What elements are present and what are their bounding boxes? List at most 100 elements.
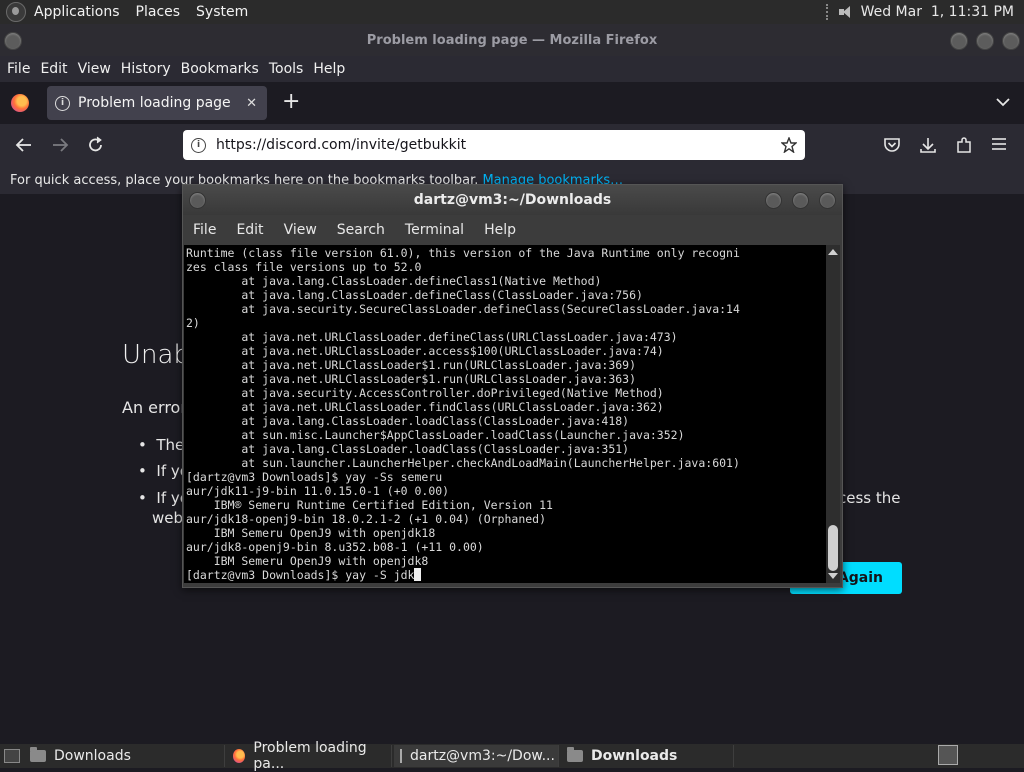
task-downloads-2[interactable]: Downloads [561, 745, 734, 767]
task-terminal[interactable]: dartz@vm3:~/Dow... [394, 745, 559, 767]
tab-close-icon[interactable]: ✕ [246, 96, 257, 111]
menu-file[interactable]: File [2, 61, 35, 77]
terminal-menu-file[interactable]: File [183, 222, 226, 238]
applications-menu[interactable]: Applications [26, 4, 128, 20]
terminal-menu-terminal[interactable]: Terminal [395, 222, 474, 238]
terminal-titlebar[interactable]: dartz@vm3:~/Downloads [183, 185, 842, 215]
terminal-line: at java.lang.ClassLoader.defineClass1(Na… [241, 274, 602, 288]
terminal-menu-view[interactable]: View [274, 222, 327, 238]
extensions-icon[interactable] [955, 136, 973, 154]
clock[interactable]: Wed Mar 1, 11:31 PM [861, 4, 1014, 20]
terminal-line: IBM Semeru OpenJ9 with openjdk8 [213, 554, 429, 568]
terminal-menu-search[interactable]: Search [327, 222, 395, 238]
terminal-line: aur/jdk18-openj9-bin 18.0.2.1-2 (+1 0.04… [186, 512, 547, 526]
terminal-icon [400, 749, 402, 763]
menu-history[interactable]: History [116, 61, 176, 77]
terminal-line: at java.lang.ClassLoader.loadClass(Class… [241, 414, 630, 428]
show-desktop-icon[interactable] [4, 749, 20, 763]
back-arrow-icon[interactable] [15, 137, 33, 153]
bottom-taskbar: Downloads Problem loading pa... dartz@vm… [0, 740, 1024, 772]
terminal-line: at java.net.URLClassLoader.access$100(UR… [241, 344, 664, 358]
hamburger-menu-icon[interactable] [991, 137, 1007, 151]
firefox-view-icon[interactable] [11, 94, 29, 112]
firefox-icon [233, 749, 246, 763]
terminal-line: at java.net.URLClassLoader$1.run(URLClas… [241, 358, 637, 372]
navigation-toolbar: i https://discord.com/invite/getbukkit [0, 124, 1024, 166]
task-label: Downloads [591, 748, 678, 764]
tab-problem-loading[interactable]: i Problem loading page ✕ [47, 86, 267, 120]
task-label: Downloads [54, 748, 131, 764]
top-panel: Applications Places System Wed Mar 1, 11… [0, 0, 1024, 24]
terminal-window-menu-button[interactable] [189, 192, 206, 209]
terminal-cursor [414, 568, 422, 581]
menu-tools[interactable]: Tools [264, 61, 309, 77]
error-description: An error [122, 398, 187, 417]
terminal-line: at java.net.URLClassLoader.findClass(URL… [241, 400, 664, 414]
close-button[interactable] [1002, 32, 1020, 50]
gnome-logo-icon[interactable] [6, 2, 26, 22]
menu-help[interactable]: Help [308, 61, 350, 77]
new-tab-button[interactable]: + [282, 91, 300, 113]
window-title: Problem loading page — Mozilla Firefox [366, 32, 658, 48]
terminal-scrollbar[interactable] [826, 245, 840, 583]
terminal-output: Runtime (class file version 61.0), this … [184, 245, 826, 583]
terminal-line: at java.lang.ClassLoader.defineClass(Cla… [241, 288, 643, 302]
terminal-screen[interactable]: Runtime (class file version 61.0), this … [184, 245, 826, 583]
terminal-line: aur/jdk8-openj9-bin 8.u352.b08-1 (+11 0.… [186, 540, 484, 554]
folder-icon [30, 747, 46, 762]
workspace-switcher-icon[interactable] [938, 745, 958, 765]
terminal-line: zes class file versions up to 52.0 [186, 260, 422, 274]
terminal-line: at sun.misc.Launcher$AppClassLoader.load… [241, 428, 685, 442]
menu-view[interactable]: View [73, 61, 116, 77]
maximize-button[interactable] [976, 32, 994, 50]
forward-arrow-icon[interactable] [51, 137, 69, 153]
panel-separator [825, 4, 831, 20]
minimize-button[interactable] [950, 32, 968, 50]
volume-icon[interactable] [838, 5, 853, 19]
task-firefox[interactable]: Problem loading pa... [227, 740, 392, 772]
scroll-down-arrow-icon[interactable] [828, 573, 838, 579]
firefox-titlebar[interactable]: Problem loading page — Mozilla Firefox [0, 24, 1024, 56]
terminal-window[interactable]: dartz@vm3:~/Downloads File Edit View Sea… [182, 184, 843, 588]
terminal-menu-edit[interactable]: Edit [226, 222, 273, 238]
tab-strip: i Problem loading page ✕ + [0, 82, 1024, 124]
scroll-up-arrow-icon[interactable] [828, 249, 838, 255]
pocket-icon[interactable] [883, 137, 901, 153]
terminal-prompt-line[interactable]: [dartz@vm3 Downloads]$ yay -S jdk [186, 568, 414, 582]
task-label: Problem loading pa... [253, 740, 367, 772]
firefox-menubar: File Edit View History Bookmarks Tools H… [0, 56, 1024, 82]
terminal-line: at java.lang.ClassLoader.loadClass(Class… [241, 442, 630, 456]
terminal-line: [dartz@vm3 Downloads]$ yay -Ss semeru [186, 470, 443, 484]
url-text: https://discord.com/invite/getbukkit [216, 137, 467, 153]
tab-title: Problem loading page [78, 95, 231, 111]
terminal-title: dartz@vm3:~/Downloads [413, 192, 612, 208]
terminal-line: at sun.launcher.LauncherHelper.checkAndL… [241, 456, 740, 470]
folder-icon [567, 747, 583, 762]
terminal-minimize-button[interactable] [765, 192, 782, 209]
terminal-line: IBM® Semeru Runtime Certified Edition, V… [213, 498, 553, 512]
site-info-icon[interactable]: i [191, 137, 206, 153]
downloads-icon[interactable] [919, 136, 937, 154]
places-menu[interactable]: Places [128, 4, 189, 20]
error-bullet-continued: web [152, 509, 184, 527]
terminal-line: at java.net.URLClassLoader.defineClass(U… [241, 330, 678, 344]
reload-icon[interactable] [87, 136, 105, 154]
terminal-maximize-button[interactable] [792, 192, 809, 209]
menu-edit[interactable]: Edit [35, 61, 72, 77]
error-bullet-tail: cess the [838, 489, 901, 507]
terminal-line: IBM Semeru OpenJ9 with openjdk18 [213, 526, 436, 540]
window-menu-button[interactable] [4, 32, 22, 50]
terminal-line: 2) [186, 316, 200, 330]
bookmark-star-icon[interactable] [781, 137, 797, 153]
terminal-menu-help[interactable]: Help [474, 222, 526, 238]
terminal-line: at java.security.SecureClassLoader.defin… [241, 302, 740, 316]
terminal-line: aur/jdk11-j9-bin 11.0.15.0-1 (+0 0.00) [186, 484, 450, 498]
scrollbar-thumb[interactable] [828, 525, 838, 571]
list-all-tabs-icon[interactable] [996, 97, 1010, 107]
terminal-line: at java.net.URLClassLoader$1.run(URLClas… [241, 372, 637, 386]
system-menu[interactable]: System [188, 4, 256, 20]
task-downloads-1[interactable]: Downloads [24, 745, 225, 767]
url-bar[interactable]: i https://discord.com/invite/getbukkit [183, 130, 805, 160]
menu-bookmarks[interactable]: Bookmarks [176, 61, 264, 77]
terminal-close-button[interactable] [819, 192, 836, 209]
